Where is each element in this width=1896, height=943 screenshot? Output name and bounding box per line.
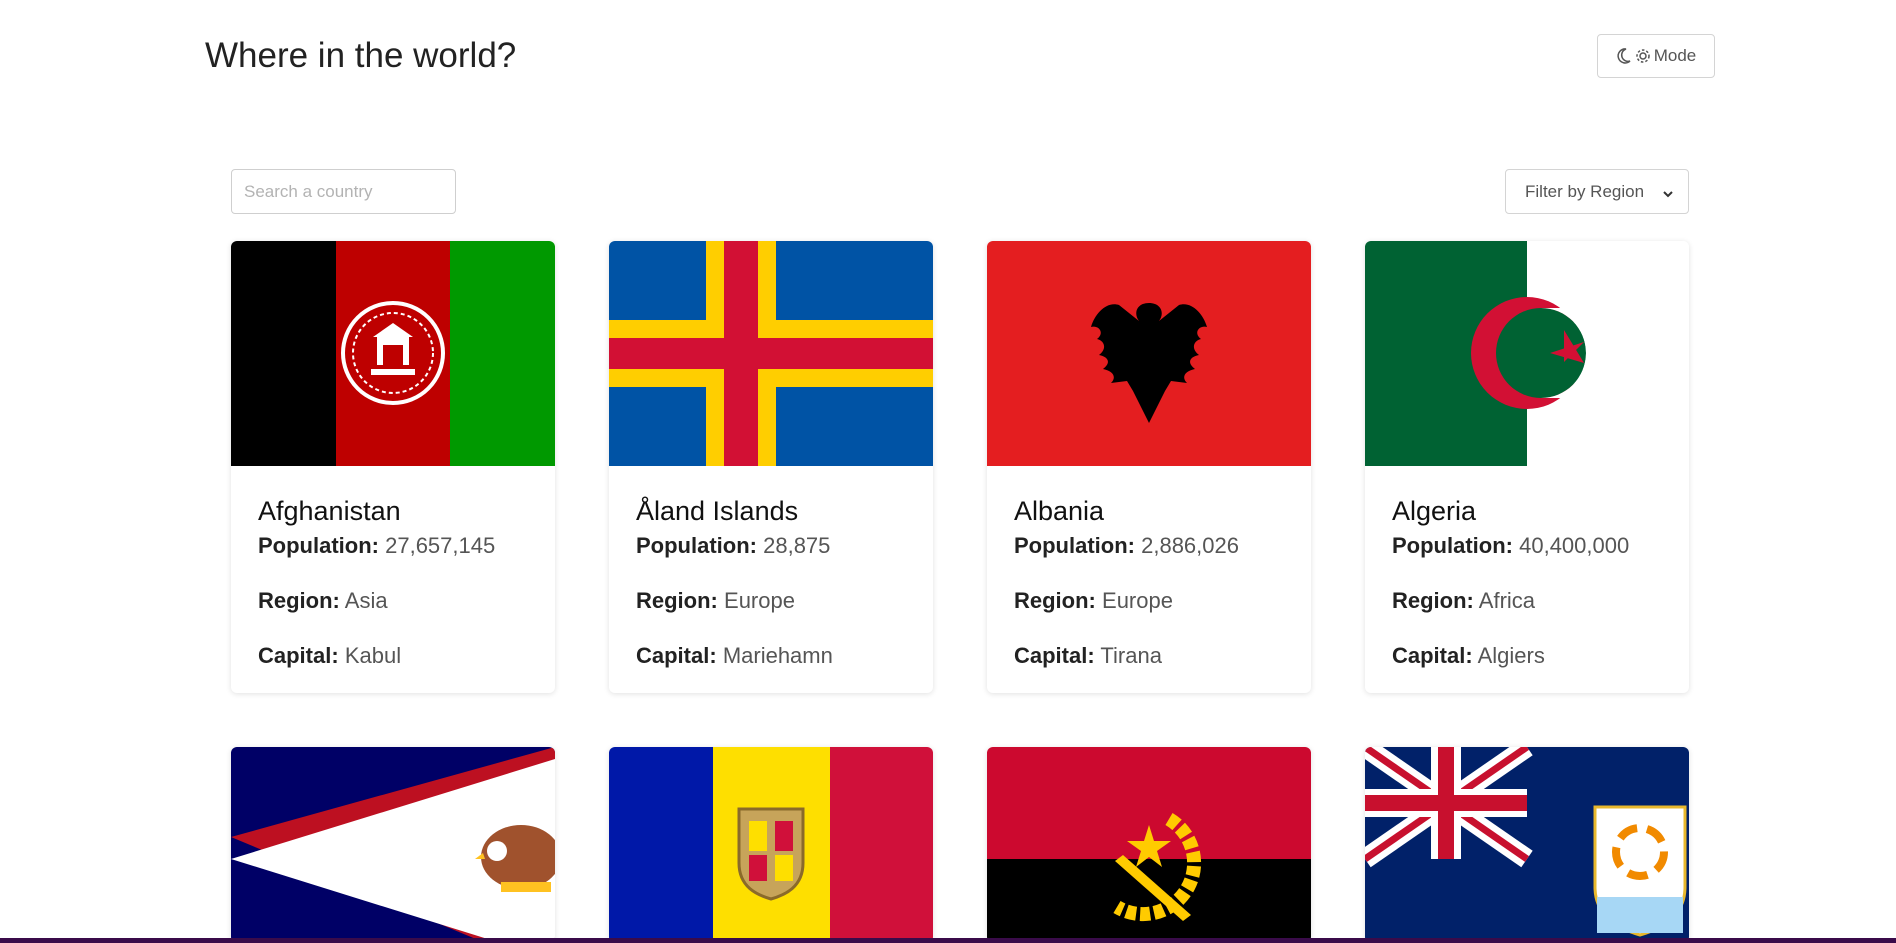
population-row: Population: 40,400,000 [1392, 533, 1673, 559]
header: Where in the world? Mode [0, 0, 1896, 112]
capital-value: Mariehamn [722, 643, 833, 668]
population-label: Population: [1014, 533, 1135, 558]
search-input[interactable] [231, 169, 456, 214]
angola-flag [987, 747, 1311, 943]
card-body: Afghanistan Population: 27,657,145 Regio… [258, 496, 539, 693]
population-value: 40,400,000 [1519, 533, 1630, 558]
card-body: Åland Islands Population: 28,875 Region:… [636, 496, 917, 693]
population-row: Population: 2,886,026 [1014, 533, 1295, 559]
capital-row: Capital: Mariehamn [636, 643, 917, 669]
region-value: Asia [344, 588, 388, 613]
capital-label: Capital: [1014, 643, 1095, 668]
region-row: Region: Europe [1014, 588, 1295, 614]
country-card[interactable] [987, 747, 1311, 943]
card-body: Algeria Population: 40,400,000 Region: A… [1392, 496, 1673, 693]
capital-row: Capital: Algiers [1392, 643, 1673, 669]
albania-flag [987, 241, 1311, 466]
capital-label: Capital: [1392, 643, 1473, 668]
country-name: Algeria [1392, 496, 1477, 526]
population-value: 28,875 [763, 533, 831, 558]
region-label: Region: [1392, 588, 1474, 613]
aland-islands-flag [609, 241, 933, 466]
region-label: Region: [258, 588, 340, 613]
country-card[interactable]: Albania Population: 2,886,026 Region: Eu… [987, 241, 1311, 693]
region-label: Region: [636, 588, 718, 613]
country-card[interactable]: Åland Islands Population: 28,875 Region:… [609, 241, 933, 693]
population-row: Population: 28,875 [636, 533, 917, 559]
country-card[interactable] [1365, 747, 1689, 943]
algeria-flag [1365, 241, 1689, 466]
moon-icon [1616, 47, 1632, 65]
dark-mode-toggle-button[interactable]: Mode [1597, 34, 1715, 78]
population-label: Population: [1392, 533, 1513, 558]
capital-label: Capital: [258, 643, 339, 668]
country-name: Åland Islands [636, 496, 799, 526]
capital-value: Kabul [344, 643, 402, 668]
country-card[interactable] [609, 747, 933, 943]
capital-label: Capital: [636, 643, 717, 668]
population-row: Population: 27,657,145 [258, 533, 539, 559]
american-samoa-flag [231, 747, 555, 943]
andorra-flag [609, 747, 933, 943]
card-body: Albania Population: 2,886,026 Region: Eu… [1014, 496, 1295, 693]
population-label: Population: [636, 533, 757, 558]
bottom-strip [0, 938, 1896, 943]
filter-label: Filter by Region [1525, 181, 1645, 201]
region-row: Region: Europe [636, 588, 917, 614]
country-card[interactable]: Afghanistan Population: 27,657,145 Regio… [231, 241, 555, 693]
country-name: Albania [1014, 496, 1105, 526]
region-row: Region: Africa [1392, 588, 1673, 614]
population-value: 2,886,026 [1141, 533, 1239, 558]
region-row: Region: Asia [258, 588, 539, 614]
region-label: Region: [1014, 588, 1096, 613]
page-title: Where in the world? [205, 36, 517, 75]
anguilla-flag [1365, 747, 1689, 943]
region-value: Africa [1478, 588, 1536, 613]
population-value: 27,657,145 [385, 533, 496, 558]
capital-row: Capital: Kabul [258, 643, 539, 669]
chevron-down-icon [1662, 185, 1674, 205]
gear-icon [1634, 47, 1652, 65]
capital-row: Capital: Tirana [1014, 643, 1295, 669]
region-value: Europe [724, 588, 795, 613]
country-card[interactable]: Algeria Population: 40,400,000 Region: A… [1365, 241, 1689, 693]
capital-value: Tirana [1100, 643, 1162, 668]
region-value: Europe [1102, 588, 1173, 613]
mode-label: Mode [1653, 46, 1697, 65]
capital-value: Algiers [1477, 643, 1545, 668]
population-label: Population: [258, 533, 379, 558]
afghanistan-flag [231, 241, 555, 466]
region-filter-select[interactable]: Filter by Region [1505, 169, 1689, 214]
country-name: Afghanistan [258, 496, 401, 526]
country-card[interactable] [231, 747, 555, 943]
